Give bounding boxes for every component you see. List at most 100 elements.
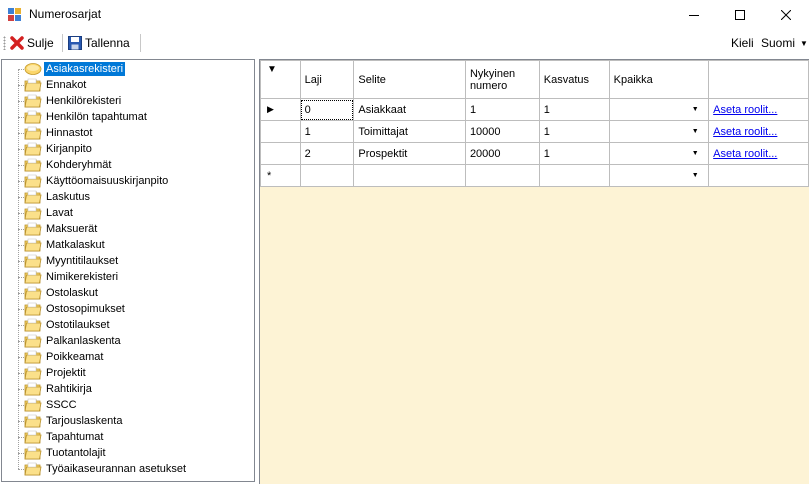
row-header[interactable]	[260, 120, 301, 143]
column-header-kasvatus[interactable]: Kasvatus	[538, 60, 610, 99]
folder-icon	[24, 302, 42, 316]
tree-item[interactable]: Ostosopimukset	[2, 301, 252, 317]
cell-selite[interactable]	[353, 164, 466, 187]
tree-item[interactable]: Ostotilaukset	[2, 317, 252, 333]
tree-item-label: Hinnastot	[46, 127, 93, 139]
tree-item[interactable]: Poikkeamat	[2, 349, 252, 365]
column-header-roolit[interactable]	[708, 60, 809, 99]
cell-selite[interactable]: Asiakkaat	[353, 98, 466, 121]
cell-kpaikka-combo[interactable]: ▼	[608, 98, 710, 121]
cell-kpaikka-combo[interactable]: ▼	[608, 164, 710, 187]
chevron-down-icon[interactable]: ▼	[688, 166, 702, 186]
maximize-button[interactable]	[717, 0, 763, 30]
category-tree[interactable]: Asiakasrekisteri Ennakot Henkilörekisteri H…	[1, 59, 255, 482]
number-series-grid[interactable]: ▼ Laji Selite Nykyinen numero Kasvatus Kp…	[259, 59, 809, 484]
folder-icon	[24, 158, 42, 172]
column-header-selite[interactable]: Selite	[353, 60, 466, 99]
tree-item-label: Tuotantolajit	[46, 447, 106, 459]
cell-laji[interactable]	[299, 164, 355, 187]
table-row[interactable]: ▶ 0 Asiakkaat 1 1 ▼ Aseta roolit...	[260, 98, 809, 121]
table-row[interactable]: 2 Prospektit 20000 1 ▼ Aseta roolit...	[260, 142, 809, 165]
tree-item[interactable]: Hinnastot	[2, 125, 252, 141]
tree-item[interactable]: Ennakot	[2, 77, 252, 93]
tree-item[interactable]: SSCC	[2, 397, 252, 413]
cell-nykyinen-numero[interactable]: 20000	[464, 142, 540, 165]
tree-item[interactable]: Matkalaskut	[2, 237, 252, 253]
tree-item[interactable]: Lavat	[2, 205, 252, 221]
cell-laji[interactable]: 0	[299, 98, 355, 121]
chevron-down-icon[interactable]: ▼	[688, 100, 702, 120]
tree-item[interactable]: Maksuerät	[2, 221, 252, 237]
folder-icon	[24, 430, 42, 444]
tree-item-label: Lavat	[46, 207, 73, 219]
tree-item[interactable]: Kirjanpito	[2, 141, 252, 157]
grid-header-row: ▼ Laji Selite Nykyinen numero Kasvatus Kp…	[260, 60, 809, 99]
tree-item[interactable]: Tuotantolajit	[2, 445, 252, 461]
close-window-button[interactable]	[763, 0, 809, 30]
tree-item[interactable]: Rahtikirja	[2, 381, 252, 397]
new-row[interactable]: * ▼	[260, 164, 809, 187]
minimize-button[interactable]	[671, 0, 717, 30]
folder-icon	[24, 94, 42, 108]
tree-item[interactable]: Tapahtumat	[2, 429, 252, 445]
tree-item-label: Laskutus	[46, 191, 91, 203]
set-roles-link[interactable]: Aseta roolit...	[713, 104, 777, 116]
cell-kasvatus[interactable]: 1	[538, 98, 610, 121]
tree-item[interactable]: Asiakasrekisteri	[2, 61, 252, 77]
folder-icon	[24, 222, 42, 236]
tree-item[interactable]: Nimikerekisteri	[2, 269, 252, 285]
column-header-laji[interactable]: Laji	[299, 60, 355, 99]
cell-nykyinen-numero[interactable]: 10000	[464, 120, 540, 143]
cell-nykyinen-numero[interactable]	[464, 164, 540, 187]
row-header[interactable]: *	[260, 164, 301, 187]
tree-item[interactable]: Laskutus	[2, 189, 252, 205]
language-dropdown[interactable]: Suomi ▼	[761, 36, 808, 50]
tree-item[interactable]: Työaikaseurannan asetukset	[2, 461, 252, 477]
chevron-down-icon[interactable]: ▼	[688, 122, 702, 142]
save-button[interactable]: Tallenna	[68, 33, 130, 53]
tree-item-label: Rahtikirja	[46, 383, 92, 395]
tree-item[interactable]: Kohderyhmät	[2, 157, 252, 173]
cell-selite[interactable]: Toimittajat	[353, 120, 466, 143]
tree-item[interactable]: Tarjouslaskenta	[2, 413, 252, 429]
toolbar-separator	[62, 34, 63, 52]
tree-item[interactable]: Henkilön tapahtumat	[2, 109, 252, 125]
folder-icon	[24, 382, 42, 396]
tree-item[interactable]: Myyntitilaukset	[2, 253, 252, 269]
row-header[interactable]: ▶	[260, 98, 301, 121]
app-icon	[8, 8, 21, 21]
cell-kasvatus[interactable]: 1	[538, 142, 610, 165]
tree-item-label: Ennakot	[46, 79, 87, 91]
column-header-kpaikka[interactable]: Kpaikka	[608, 60, 710, 99]
toolbar: Sulje Tallenna Kieli Suomi ▼	[0, 30, 809, 56]
grid-corner-header[interactable]: ▼	[260, 60, 301, 99]
chevron-down-icon[interactable]: ▼	[688, 144, 702, 164]
tree-item[interactable]: Henkilörekisteri	[2, 93, 252, 109]
cell-selite[interactable]: Prospektit	[353, 142, 466, 165]
cell-kasvatus[interactable]: 1	[538, 120, 610, 143]
cell-laji[interactable]: 2	[299, 142, 355, 165]
folder-icon	[24, 254, 42, 268]
row-header[interactable]	[260, 142, 301, 165]
tree-item[interactable]: Käyttöomaisuuskirjanpito	[2, 173, 252, 189]
tree-item[interactable]: Ostolaskut	[2, 285, 252, 301]
set-roles-link[interactable]: Aseta roolit...	[713, 148, 777, 160]
cell-kasvatus[interactable]	[538, 164, 610, 187]
cell-laji[interactable]: 1	[299, 120, 355, 143]
folder-icon	[24, 238, 42, 252]
column-header-nykyinen-numero[interactable]: Nykyinen numero	[464, 60, 540, 99]
open-folder-icon	[24, 62, 42, 76]
table-row[interactable]: 1 Toimittajat 10000 1 ▼ Aseta roolit...	[260, 120, 809, 143]
tree-item[interactable]: Palkanlaskenta	[2, 333, 252, 349]
title-bar: Numerosarjat	[0, 0, 809, 30]
set-roles-link[interactable]: Aseta roolit...	[713, 126, 777, 138]
cell-kpaikka-combo[interactable]: ▼	[608, 142, 710, 165]
tree-item[interactable]: Projektit	[2, 365, 252, 381]
folder-icon	[24, 398, 42, 412]
tree-item-label: Työaikaseurannan asetukset	[46, 463, 187, 475]
cell-kpaikka-combo[interactable]: ▼	[608, 120, 710, 143]
toolbar-grip[interactable]	[3, 36, 6, 50]
close-button[interactable]: Sulje	[10, 33, 54, 53]
filter-icon: ▼	[267, 63, 277, 75]
cell-nykyinen-numero[interactable]: 1	[464, 98, 540, 121]
